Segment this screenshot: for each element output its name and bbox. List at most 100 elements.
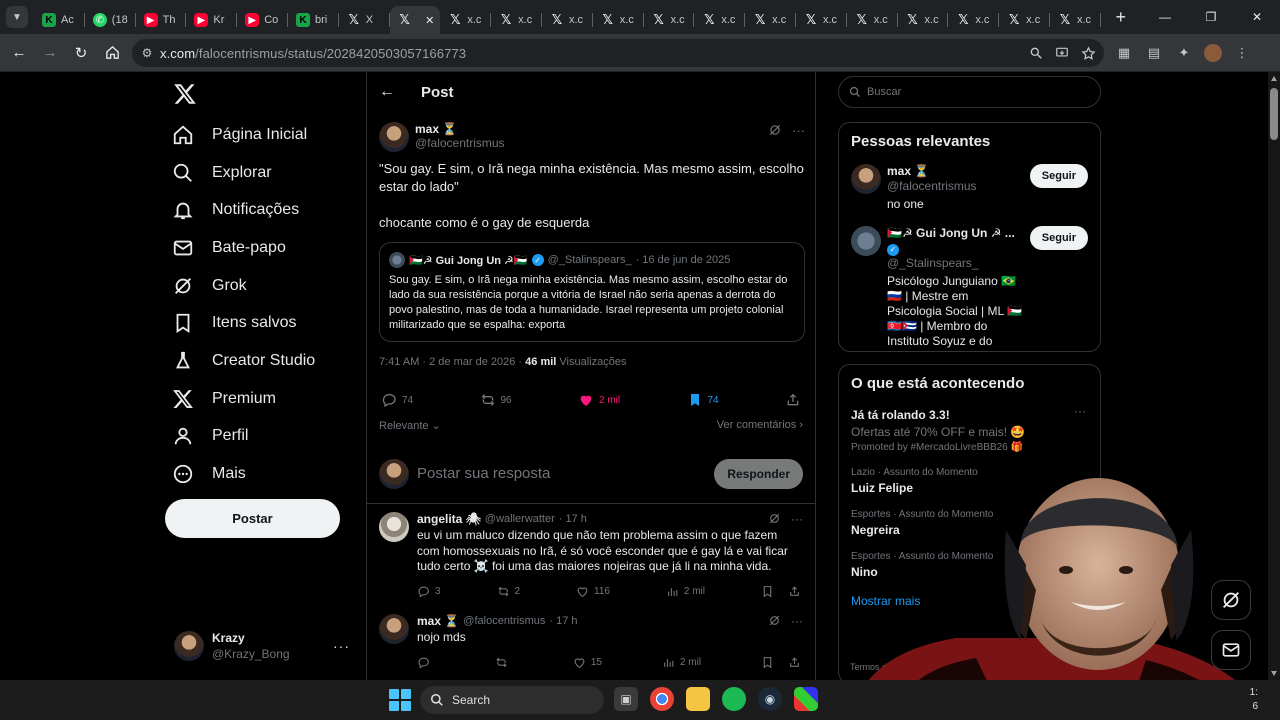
reply-button[interactable]: 74	[381, 392, 413, 408]
reply-author-name[interactable]: angelita 🕷	[417, 512, 481, 526]
avatar[interactable]	[379, 614, 409, 644]
zoom-icon[interactable]	[1029, 46, 1043, 60]
browser-tab[interactable]: 𝕏 x.c	[1050, 6, 1101, 34]
more-dots-icon[interactable]: ···	[791, 614, 803, 628]
system-tray[interactable]: 1: 6	[1250, 686, 1258, 714]
bookmark-icon[interactable]	[761, 656, 774, 669]
reply-author-handle[interactable]: @wallerwatter	[485, 513, 555, 525]
sidebar-item-notificações[interactable]: Notificações	[172, 191, 315, 229]
site-info-icon[interactable]: ⚙	[134, 46, 160, 60]
reply-post[interactable]: max ⏳ @falocentrismus · 17 h ··· nojo md…	[379, 614, 803, 669]
views-button[interactable]: 2 mil	[662, 656, 701, 669]
reply-post[interactable]: angelita 🕷 @wallerwatter · 17 h ··· eu v…	[379, 512, 803, 598]
browser-tab[interactable]: ▶ Co	[237, 6, 288, 34]
grok-icon[interactable]	[768, 123, 782, 137]
repost-button[interactable]: 96	[480, 392, 512, 408]
browser-tab[interactable]: 𝕏 x.c	[542, 6, 593, 34]
messages-floating-button[interactable]	[1211, 630, 1251, 670]
share-icon[interactable]	[788, 656, 801, 669]
sidebar-item-página-inicial[interactable]: Página Inicial	[172, 116, 315, 154]
sidebar-item-bate-papo[interactable]: Bate-papo	[172, 229, 315, 267]
reply-time[interactable]: · 17 h	[549, 615, 577, 627]
share-button[interactable]	[785, 392, 801, 408]
grok-floating-button[interactable]	[1211, 580, 1251, 620]
browser-tab[interactable]: K bri	[288, 6, 339, 34]
browser-tab[interactable]: 𝕏 x.c	[694, 6, 745, 34]
search-input[interactable]: Buscar	[838, 76, 1101, 108]
browser-tab[interactable]: 𝕏 x.c	[999, 6, 1050, 34]
forward-button[interactable]: →	[35, 38, 65, 68]
install-app-icon[interactable]	[1055, 46, 1069, 60]
browser-tab[interactable]: ✆ (18	[85, 6, 136, 34]
author-handle[interactable]: @falocentrismus	[415, 136, 505, 150]
extension-icon[interactable]: ▦	[1114, 43, 1134, 63]
new-tab-button[interactable]: +	[1107, 7, 1135, 28]
grok-icon[interactable]	[768, 614, 781, 627]
browser-tab[interactable]: 𝕏 x.c	[593, 6, 644, 34]
app-taskbar-icon[interactable]	[794, 687, 818, 711]
reload-button[interactable]: ↻	[66, 38, 96, 68]
sidebar-item-mais[interactable]: Mais	[172, 455, 315, 493]
person-name[interactable]: 🇵🇸☭ Gui Jong Un ☭ ...	[887, 226, 1015, 240]
steam-taskbar-icon[interactable]: ◉	[758, 687, 782, 711]
grok-icon[interactable]	[768, 512, 781, 525]
chrome-taskbar-icon[interactable]	[650, 687, 674, 711]
x-logo-icon[interactable]	[173, 82, 197, 106]
profile-avatar[interactable]	[1204, 44, 1222, 62]
bookmark-button[interactable]: 74	[687, 392, 719, 408]
home-button[interactable]	[97, 38, 127, 68]
more-dots-icon[interactable]: ···	[1074, 404, 1086, 418]
tab-search-button[interactable]: ▼	[0, 0, 34, 34]
windows-start-icon[interactable]	[389, 689, 411, 711]
maximize-button[interactable]: ❐	[1188, 0, 1234, 34]
sidebar-item-perfil[interactable]: Perfil	[172, 418, 315, 456]
url-text[interactable]: x.com/falocentrismus/status/202842050305…	[160, 46, 466, 61]
like-button[interactable]: 15	[573, 656, 602, 669]
avatar[interactable]	[379, 122, 409, 152]
browser-tab[interactable]: 𝕏 x.c	[644, 6, 695, 34]
browser-tab[interactable]: 𝕏 x.c	[898, 6, 949, 34]
close-tab-icon[interactable]: ✕	[425, 14, 434, 27]
browser-tab[interactable]: ▶ Th	[136, 6, 187, 34]
folder-taskbar-icon[interactable]	[686, 687, 710, 711]
sidebar-item-itens-salvos[interactable]: Itens salvos	[172, 304, 315, 342]
trend-item[interactable]: Já tá rolando 3.3! Ofertas até 70% OFF e …	[839, 398, 1100, 460]
taskbar-search[interactable]: Search	[420, 686, 604, 714]
more-dots-icon[interactable]: ···	[333, 638, 350, 654]
browser-tab[interactable]: 𝕏 x.c	[847, 6, 898, 34]
reply-time[interactable]: · 17 h	[559, 513, 587, 525]
minimize-button[interactable]: —	[1142, 0, 1188, 34]
sidebar-item-premium[interactable]: Premium	[172, 380, 315, 418]
browser-tab[interactable]: 𝕏 x.c	[440, 6, 491, 34]
spotify-taskbar-icon[interactable]	[722, 687, 746, 711]
browser-tab[interactable]: 𝕏 X	[339, 6, 390, 34]
sidebar-item-creator-studio[interactable]: Creator Studio	[172, 342, 315, 380]
like-button[interactable]: 2 mil	[578, 392, 620, 408]
author-name[interactable]: max ⏳	[415, 122, 457, 136]
browser-tab[interactable]: 𝕏 x.c	[948, 6, 999, 34]
sidebar-item-grok[interactable]: Grok	[172, 267, 315, 305]
avatar[interactable]	[851, 164, 881, 194]
back-button[interactable]: ←	[4, 38, 34, 68]
file-explorer-taskbar-icon[interactable]: ▣	[614, 687, 638, 711]
follow-button[interactable]: Seguir	[1029, 164, 1088, 188]
reply-button[interactable]: 3	[417, 585, 441, 598]
account-switcher[interactable]: Krazy @Krazy_Bong ···	[174, 630, 350, 662]
reply-author-handle[interactable]: @falocentrismus	[463, 615, 545, 627]
quoted-post[interactable]: 🇵🇸☭ Gui Jong Un ☭🇵🇸 ✓ @_Stalinspears_ · …	[379, 242, 805, 342]
person-handle[interactable]: @_Stalinspears_	[887, 256, 1024, 271]
puzzle-icon[interactable]: ✦	[1174, 43, 1194, 63]
view-comments-link[interactable]: Ver comentários ›	[717, 419, 803, 432]
post-time[interactable]: 7:41 AM · 2 de mar de 2026 ·	[379, 356, 522, 368]
like-button[interactable]: 116	[576, 585, 610, 598]
browser-tab[interactable]: 𝕏 x.c	[745, 6, 796, 34]
reply-input[interactable]: Postar sua resposta	[417, 465, 550, 482]
address-bar[interactable]: ⚙ x.com/falocentrismus/status/2028420503…	[132, 39, 1104, 67]
person-handle[interactable]: @falocentrismus	[887, 179, 1024, 194]
bookmark-star-icon[interactable]	[1081, 45, 1096, 61]
avatar[interactable]	[379, 512, 409, 542]
repost-button[interactable]: 2	[497, 585, 520, 598]
relevant-person[interactable]: 🇵🇸☭ Gui Jong Un ☭ ... ✓ @_Stalinspears_ …	[839, 218, 1100, 351]
page-scrollbar[interactable]	[1268, 72, 1280, 680]
menu-dots-icon[interactable]: ⋮	[1232, 43, 1252, 63]
